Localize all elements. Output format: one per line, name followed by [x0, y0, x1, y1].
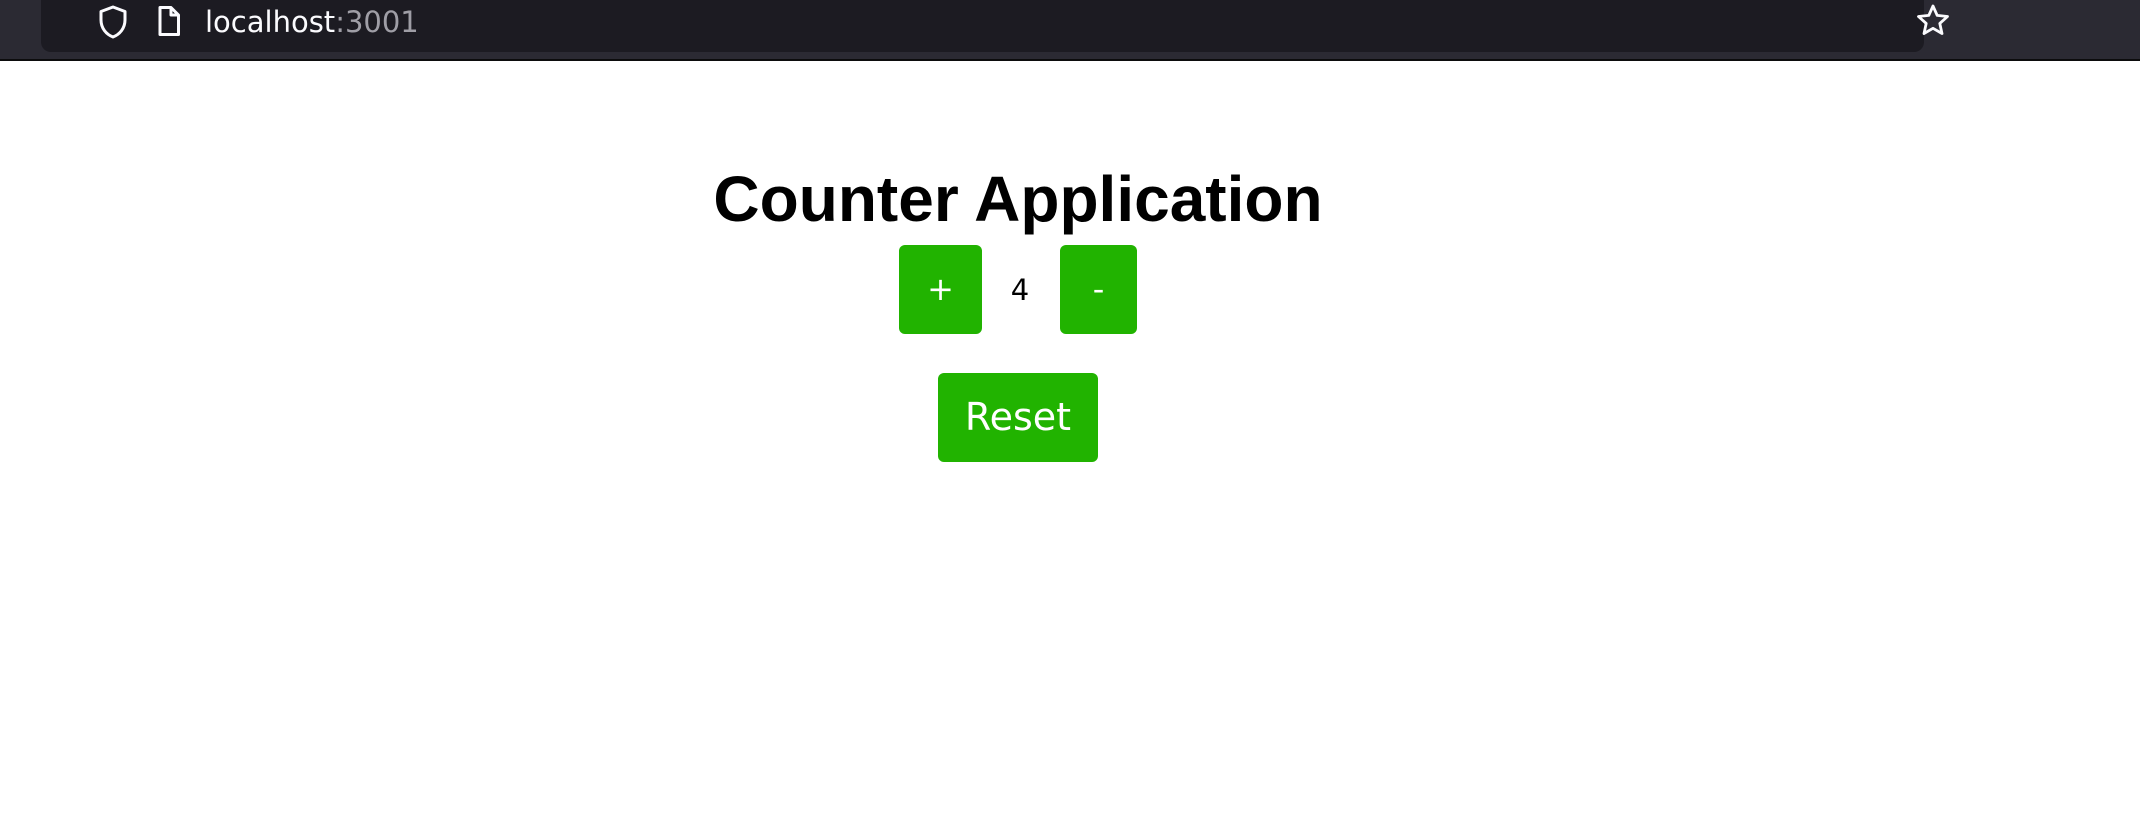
- page-icon: [158, 6, 180, 36]
- decrement-button[interactable]: -: [1060, 245, 1137, 334]
- url-port: :3001: [335, 5, 419, 39]
- reset-button[interactable]: Reset: [938, 373, 1098, 462]
- counter-value: 4: [1010, 273, 1030, 307]
- shield-icon[interactable]: [97, 4, 129, 40]
- url-host: localhost: [205, 5, 336, 39]
- page-title: Counter Application: [713, 163, 1323, 235]
- star-icon[interactable]: [1915, 3, 1951, 39]
- browser-toolbar: localhost:3001: [0, 0, 2140, 61]
- url-text[interactable]: localhost:3001: [205, 2, 419, 42]
- page-content: Counter Application + 4 - Reset: [0, 61, 2140, 828]
- increment-button[interactable]: +: [899, 245, 982, 334]
- address-bar[interactable]: localhost:3001: [41, 0, 1949, 52]
